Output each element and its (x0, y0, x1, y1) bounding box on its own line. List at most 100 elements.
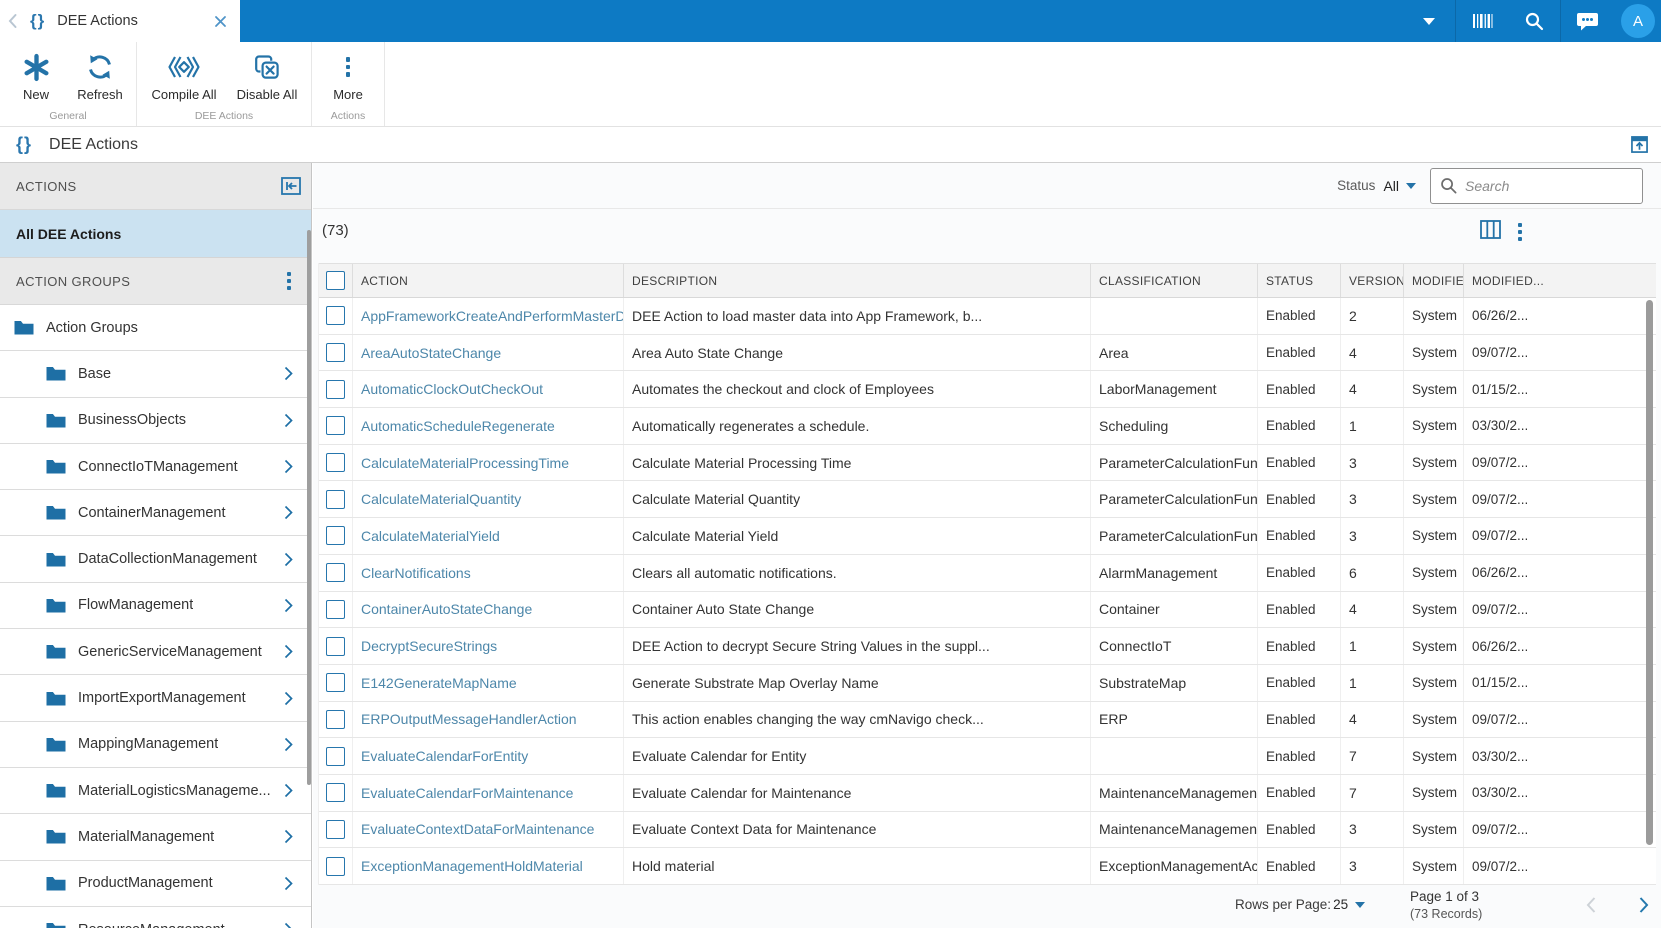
sidebar-group-item[interactable]: ResourceManagement (0, 906, 311, 928)
chevron-right-icon[interactable] (284, 366, 293, 381)
sidebar-scrollbar[interactable] (307, 230, 311, 785)
row-checkbox[interactable] (326, 819, 345, 839)
chevron-right-icon[interactable] (284, 459, 293, 474)
column-header-description[interactable]: DESCRIPTION (624, 264, 1091, 297)
action-link[interactable]: AreaAutoStateChange (353, 334, 624, 371)
sidebar-group-item[interactable]: Base (0, 351, 311, 398)
column-header-action[interactable]: ACTION (353, 264, 624, 297)
chevron-right-icon[interactable] (284, 644, 293, 659)
compile-all-button[interactable]: Compile All (141, 42, 227, 102)
expand-panel-icon[interactable] (1631, 136, 1648, 153)
rows-per-page-select[interactable]: Rows per Page: 25 (1235, 897, 1366, 912)
action-link[interactable]: CalculateMaterialProcessingTime (353, 444, 624, 481)
sidebar-group-item[interactable]: MaterialLogisticsManageme... (0, 767, 311, 815)
sidebar-group-item[interactable]: DataCollectionManagement (0, 536, 311, 583)
row-checkbox[interactable] (326, 306, 345, 326)
column-header-classification[interactable]: CLASSIFICATION (1091, 264, 1258, 297)
chevron-right-icon[interactable] (284, 783, 293, 798)
next-page-icon[interactable] (1638, 896, 1650, 919)
sidebar-group-item[interactable]: Action Groups (0, 305, 311, 352)
chevron-right-icon[interactable] (284, 737, 293, 752)
action-link[interactable]: EvaluateCalendarForEntity (353, 738, 624, 774)
action-link[interactable]: ContainerAutoStateChange (353, 591, 624, 628)
select-all-checkbox-cell (319, 264, 353, 297)
disable-all-button[interactable]: Disable All (227, 42, 307, 102)
sidebar-item-all-dee-actions[interactable]: All DEE Actions (0, 210, 311, 258)
avatar[interactable]: A (1621, 4, 1655, 38)
action-link[interactable]: ERPOutputMessageHandlerAction (353, 701, 624, 738)
row-checkbox[interactable] (326, 709, 345, 729)
classification-cell: SubstrateMap (1091, 664, 1258, 701)
column-header-modified-on[interactable]: MODIFIED... (1464, 264, 1656, 297)
action-link[interactable]: E142GenerateMapName (353, 664, 624, 701)
classification-cell: LaborManagement (1091, 371, 1258, 408)
select-all-checkbox[interactable] (326, 271, 345, 290)
chevron-right-icon[interactable] (284, 829, 293, 844)
chat-icon[interactable] (1561, 0, 1613, 42)
sidebar-group-item[interactable]: ImportExportManagement (0, 675, 311, 722)
sidebar-group-item[interactable]: ProductManagement (0, 860, 311, 907)
back-icon[interactable] (7, 13, 18, 29)
more-button[interactable]: More (316, 42, 380, 102)
action-link[interactable]: CalculateMaterialYield (353, 518, 624, 554)
tab-dee-actions[interactable]: {} DEE Actions (18, 0, 240, 42)
action-link[interactable]: AutomaticScheduleRegenerate (353, 408, 624, 444)
chevron-down-icon[interactable] (1403, 0, 1455, 42)
column-header-status[interactable]: STATUS (1258, 264, 1341, 297)
row-checkbox[interactable] (326, 343, 345, 363)
chevron-right-icon[interactable] (284, 876, 293, 891)
chevron-right-icon[interactable] (284, 552, 293, 567)
chevron-right-icon[interactable] (284, 691, 293, 706)
new-button[interactable]: New (4, 42, 68, 102)
row-checkbox[interactable] (326, 673, 345, 693)
folder-icon (46, 505, 66, 520)
row-checkbox-cell (319, 774, 353, 811)
action-link[interactable]: EvaluateContextDataForMaintenance (353, 811, 624, 848)
column-header-modified-by[interactable]: MODIFIED... (1404, 264, 1464, 297)
previous-page-icon[interactable] (1585, 896, 1597, 919)
action-link[interactable]: EvaluateCalendarForMaintenance (353, 774, 624, 811)
collapse-panel-icon[interactable] (281, 177, 301, 195)
chevron-right-icon[interactable] (284, 505, 293, 520)
action-link[interactable]: AppFrameworkCreateAndPerformMasterData (353, 298, 624, 334)
row-checkbox[interactable] (326, 489, 345, 509)
search-icon[interactable] (1508, 0, 1560, 42)
row-checkbox[interactable] (326, 856, 345, 876)
kebab-icon[interactable] (1518, 223, 1522, 241)
row-checkbox[interactable] (326, 563, 345, 583)
sidebar-group-item[interactable]: BusinessObjects (0, 397, 311, 444)
refresh-button[interactable]: Refresh (68, 42, 132, 102)
sidebar-group-item[interactable]: FlowManagement (0, 582, 311, 630)
action-link[interactable]: ClearNotifications (353, 554, 624, 591)
kebab-icon[interactable] (287, 272, 291, 290)
row-checkbox[interactable] (326, 746, 345, 766)
action-link[interactable]: CalculateMaterialQuantity (353, 481, 624, 518)
row-checkbox[interactable] (326, 379, 345, 399)
search-input[interactable] (1430, 167, 1643, 204)
column-header-version[interactable]: VERSION (1341, 264, 1404, 297)
sidebar-group-item[interactable]: GenericServiceManagement (0, 629, 311, 676)
columns-icon[interactable] (1480, 220, 1502, 244)
row-checkbox[interactable] (326, 453, 345, 473)
sidebar-group-item[interactable]: MappingManagement (0, 721, 311, 768)
chevron-right-icon[interactable] (284, 922, 293, 928)
status-filter[interactable]: Status All (1337, 178, 1416, 194)
row-checkbox[interactable] (326, 416, 345, 436)
action-link[interactable]: DecryptSecureStrings (353, 628, 624, 664)
sidebar-group-item[interactable]: MaterialManagement (0, 814, 311, 861)
close-icon[interactable] (214, 15, 227, 28)
grid-scrollbar[interactable] (1646, 300, 1653, 845)
barcode-scanner-icon[interactable] (1456, 0, 1508, 42)
modified-by-cell: System (1404, 811, 1464, 848)
status-cell: Enabled (1258, 518, 1341, 554)
row-checkbox[interactable] (326, 526, 345, 546)
action-link[interactable]: AutomaticClockOutCheckOut (353, 371, 624, 408)
chevron-right-icon[interactable] (284, 413, 293, 428)
action-link[interactable]: ExceptionManagementHoldMaterial (353, 848, 624, 884)
sidebar-group-item[interactable]: ConnectIoTManagement (0, 443, 311, 491)
sidebar-group-item[interactable]: ContainerManagement (0, 490, 311, 537)
row-checkbox[interactable] (326, 636, 345, 656)
chevron-right-icon[interactable] (284, 598, 293, 613)
row-checkbox[interactable] (326, 599, 345, 619)
row-checkbox[interactable] (326, 783, 345, 803)
